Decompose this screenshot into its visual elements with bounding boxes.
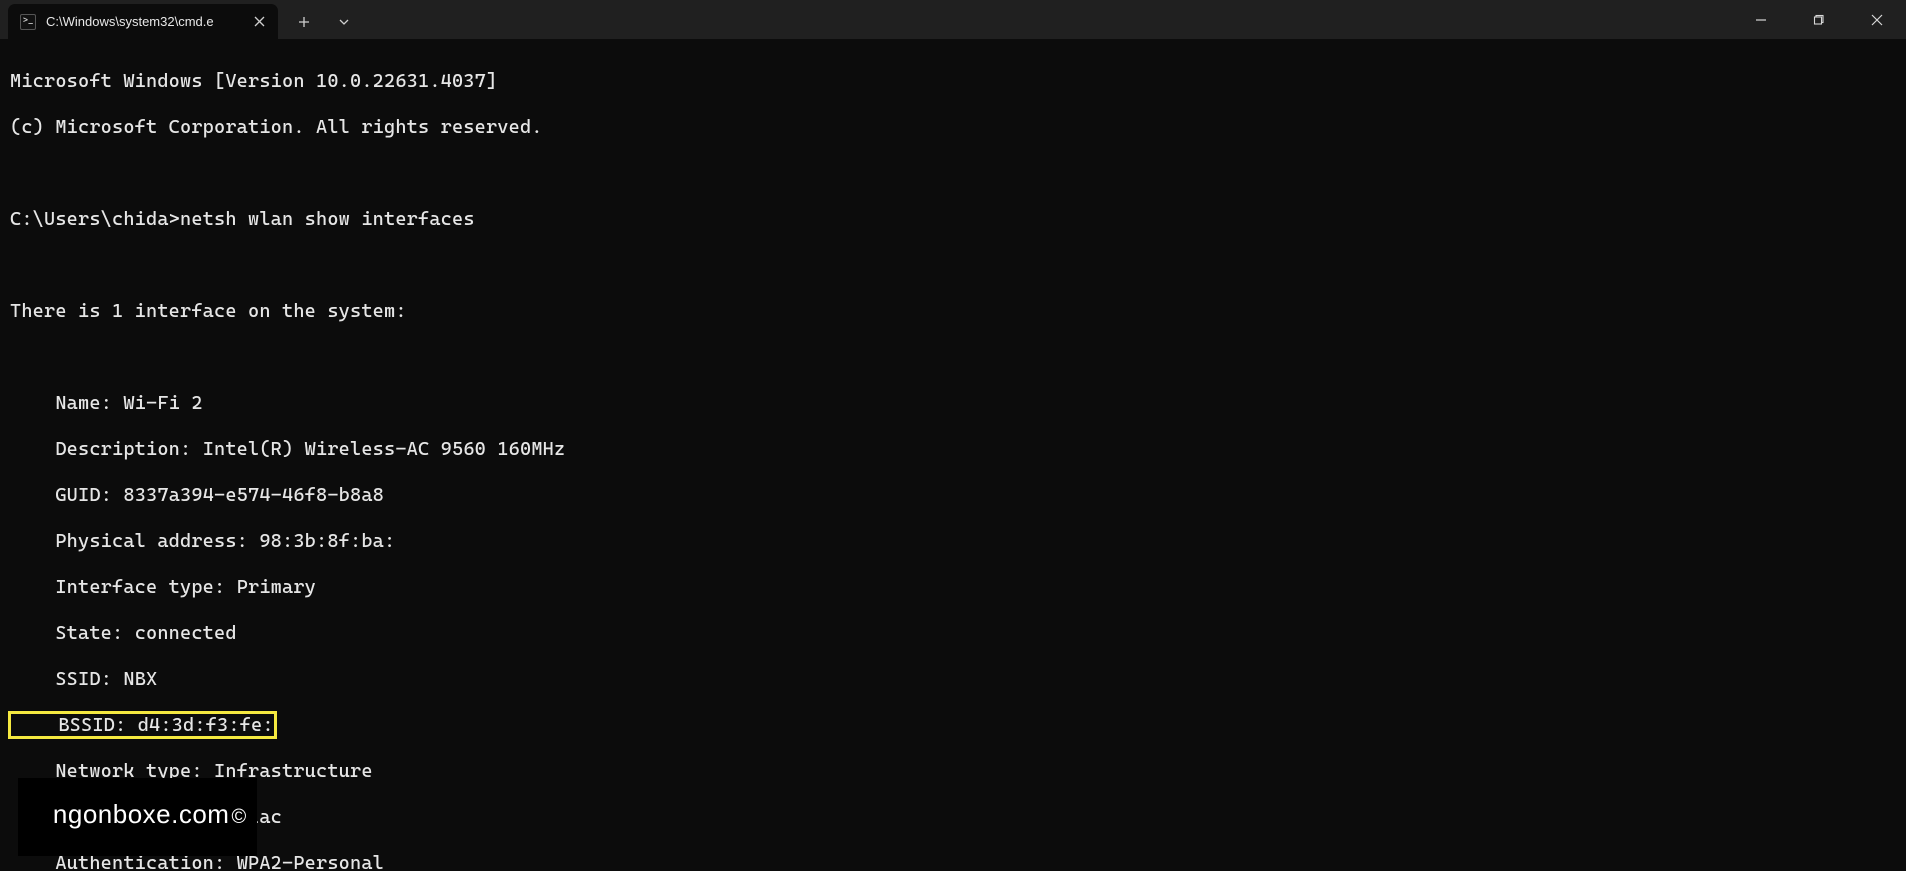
terminal-output[interactable]: Microsoft Windows [Version 10.0.22631.40… (0, 39, 1906, 871)
window-close-button[interactable] (1848, 0, 1906, 39)
window-minimize-button[interactable] (1732, 0, 1790, 39)
chevron-down-icon (338, 16, 350, 28)
field-name: Name: Wi-Fi 2 (10, 392, 1896, 415)
field-physical-address: Physical address: 98:3b:8f:ba: (10, 530, 1896, 553)
plus-icon (298, 16, 310, 28)
tab-title: C:\Windows\system32\cmd.e (46, 14, 240, 29)
cmd-icon (20, 14, 36, 30)
watermark-text: ngonboxe.com (53, 799, 230, 829)
maximize-icon (1813, 14, 1825, 26)
field-radio-type: Radio type: 802.11ac (10, 806, 1896, 829)
tab-dropdown-button[interactable] (324, 4, 364, 39)
banner-line-2: (c) Microsoft Corporation. All rights re… (10, 116, 1896, 139)
minimize-icon (1755, 14, 1767, 26)
field-network-type: Network type: Infrastructure (10, 760, 1896, 783)
field-description: Description: Intel(R) Wireless-AC 9560 1… (10, 438, 1896, 461)
prompt-command: netsh wlan show interfaces (180, 208, 475, 230)
field-ssid: SSID: NBX (10, 668, 1896, 691)
active-tab[interactable]: C:\Windows\system32\cmd.e (8, 4, 278, 39)
field-interface-type: Interface type: Primary (10, 576, 1896, 599)
new-tab-button[interactable] (284, 4, 324, 39)
copyright-icon: © (229, 806, 246, 828)
prompt-line: C:\Users\chida>netsh wlan show interface… (10, 208, 1896, 231)
tab-close-button[interactable] (250, 13, 268, 31)
tabbar-actions (278, 0, 364, 39)
close-icon (254, 16, 265, 27)
watermark: ngonboxe.com© (18, 778, 257, 856)
field-bssid: BSSID: d4:3d:f3:fe: (10, 714, 1896, 737)
close-icon (1871, 14, 1883, 26)
window-maximize-button[interactable] (1790, 0, 1848, 39)
titlebar: C:\Windows\system32\cmd.e (0, 0, 1906, 39)
summary-line: There is 1 interface on the system: (10, 300, 1896, 323)
field-authentication: Authentication: WPA2-Personal (10, 852, 1896, 871)
prompt-cwd: C:\Users\chida> (10, 208, 180, 230)
field-state: State: connected (10, 622, 1896, 645)
window-controls (1732, 0, 1906, 39)
banner-line-1: Microsoft Windows [Version 10.0.22631.40… (10, 70, 1896, 93)
field-guid: GUID: 8337a394-e574-46f8-b8a8 (10, 484, 1896, 507)
